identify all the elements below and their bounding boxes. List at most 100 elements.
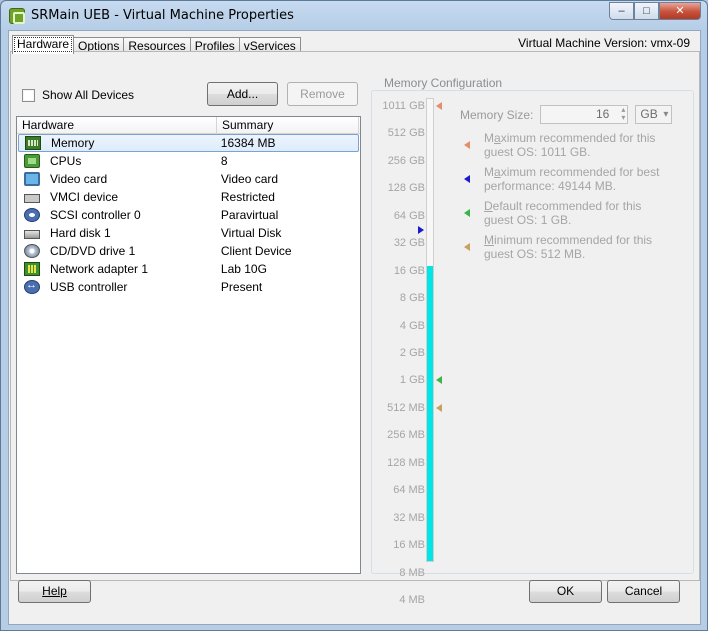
window-controls: – □ ✕	[609, 2, 701, 20]
recommendation-marker-icon	[464, 141, 470, 149]
memory-scale-labels: 1011 GB 512 GB 256 GB 128 GB 64 GB 32 GB 16 GB…	[371, 98, 451, 606]
scsi-controller-icon	[24, 208, 40, 222]
memory-size-spinner[interactable]: 16	[540, 105, 629, 124]
hardware-name: Network adapter 1	[50, 262, 149, 276]
tab-hardware[interactable]: Hardware	[12, 35, 75, 54]
dialog-client-area: Hardware Options Resources Profiles vSer…	[8, 30, 701, 625]
add-button[interactable]: Add...	[207, 82, 278, 106]
memory-unit-dropdown[interactable]: GB	[635, 105, 673, 124]
close-button[interactable]: ✕	[659, 2, 701, 20]
hardware-name: SCSI controller 0	[50, 208, 141, 222]
hardware-summary: Video card	[220, 172, 279, 186]
scale-label: 256 MB	[387, 429, 425, 442]
scale-label: 32 GB	[393, 237, 425, 250]
recommendation-item: Minimum recommended for this guest OS: 5…	[464, 233, 664, 261]
hardware-row-cd-dvd-drive-1[interactable]: CD/DVD drive 1 Client Device	[17, 242, 360, 260]
hardware-row-hard-disk-1[interactable]: Hard disk 1 Virtual Disk	[17, 224, 360, 242]
cpu-icon	[24, 154, 40, 168]
memory-configuration-title: Memory Configuration	[381, 76, 506, 90]
hardware-row-usb-controller[interactable]: USB controller Present	[17, 278, 360, 296]
hardware-name: Hard disk 1	[50, 226, 111, 240]
column-header-summary[interactable]: Summary	[217, 117, 359, 133]
scale-label: 128 GB	[387, 182, 425, 195]
memory-slider-track[interactable]	[426, 98, 434, 562]
hardware-summary: Client Device	[220, 244, 292, 258]
hardware-summary: 16384 MB	[220, 136, 276, 150]
hardware-name: USB controller	[50, 280, 128, 294]
usb-controller-icon	[24, 279, 40, 294]
hardware-summary: Present	[220, 280, 263, 294]
hardware-row-video-card[interactable]: Video card Video card	[17, 170, 360, 188]
hardware-row-network-adapter-1[interactable]: Network adapter 1 Lab 10G	[17, 260, 360, 278]
help-button[interactable]: Help	[18, 580, 91, 603]
column-header-hardware[interactable]: Hardware	[17, 117, 217, 133]
scale-label: 1011 GB	[382, 100, 425, 112]
scale-label: 32 MB	[393, 511, 425, 524]
cd-dvd-icon	[24, 244, 40, 258]
window-title: SRMain UEB - Virtual Machine Properties	[31, 8, 294, 23]
scale-label: 4 MB	[399, 594, 425, 606]
recommendation-item: Maximum recommended for this guest OS: 1…	[464, 131, 664, 159]
hardware-row-memory[interactable]: Memory 16384 MB	[18, 134, 359, 152]
recommendation-item: Default recommended for this guest OS: 1…	[464, 199, 664, 227]
scale-label: 16 GB	[393, 264, 425, 277]
network-adapter-icon	[24, 262, 40, 276]
hardware-row-cpus[interactable]: CPUs 8	[17, 152, 360, 170]
hardware-row-scsi-controller-0[interactable]: SCSI controller 0 Paravirtual	[17, 206, 360, 224]
help-button-label: Help	[42, 584, 67, 598]
hardware-summary: Virtual Disk	[220, 226, 282, 240]
scale-label: 512 GB	[387, 127, 425, 140]
hardware-row-vmci-device[interactable]: VMCI device Restricted	[17, 188, 360, 206]
hardware-name: VMCI device	[50, 190, 119, 204]
show-all-devices-checkbox[interactable]: Show All Devices	[22, 88, 134, 102]
recommendation-marker-icon	[464, 209, 470, 217]
memory-marker-icon	[418, 225, 424, 234]
hard-disk-icon	[24, 230, 40, 239]
memory-marker-icon	[436, 376, 442, 385]
recommendation-text[interactable]: Default recommended for this guest OS: 1…	[484, 199, 664, 227]
hardware-list-header: Hardware Summary	[17, 117, 360, 134]
recommendation-text[interactable]: Maximum recommended for this guest OS: 1…	[484, 131, 664, 159]
cancel-button[interactable]: Cancel	[607, 580, 680, 603]
recommendation-marker-icon	[464, 175, 470, 183]
scale-label: 64 MB	[393, 484, 425, 497]
memory-size-row: Memory Size: 16 GB	[460, 105, 673, 124]
scale-label: 256 GB	[387, 154, 425, 167]
hardware-summary: Paravirtual	[220, 208, 279, 222]
minimize-button[interactable]: –	[609, 2, 634, 20]
scale-label: 128 MB	[387, 456, 425, 469]
recommendation-text[interactable]: Maximum recommended for best performance…	[484, 165, 664, 193]
recommendation-item: Maximum recommended for best performance…	[464, 165, 664, 193]
hardware-name: CD/DVD drive 1	[50, 244, 136, 258]
scale-label: 512 MB	[387, 401, 425, 414]
recommendation-text[interactable]: Minimum recommended for this guest OS: 5…	[484, 233, 664, 261]
ok-button[interactable]: OK	[529, 580, 602, 603]
hardware-rows: Memory 16384 MB CPUs 8 Video card Video card V…	[17, 134, 360, 296]
title-bar[interactable]: SRMain UEB - Virtual Machine Properties …	[1, 1, 707, 30]
memory-size-label: Memory Size:	[460, 107, 534, 122]
memory-slider-fill	[427, 265, 433, 561]
recommendation-marker-icon	[464, 243, 470, 251]
hardware-list[interactable]: Hardware Summary Memory 16384 MB CPUs 8 Vide…	[16, 116, 361, 574]
memory-marker-icon	[436, 403, 442, 412]
monitor-icon	[24, 172, 40, 186]
vm-version-label: Virtual Machine Version: vmx-09	[518, 36, 690, 50]
remove-button[interactable]: Remove	[287, 82, 358, 106]
checkbox-box[interactable]	[22, 88, 35, 102]
hardware-summary: Restricted	[220, 190, 275, 204]
hardware-name: CPUs	[50, 154, 82, 168]
hardware-tab-panel: Show All Devices Add... Remove Hardware …	[10, 51, 700, 606]
scale-label: 8 GB	[399, 292, 425, 305]
memory-icon	[25, 136, 41, 150]
hardware-name: Memory	[51, 136, 95, 150]
scale-label: 16 MB	[393, 539, 425, 552]
scale-label: 64 GB	[393, 209, 425, 222]
scale-label: 2 GB	[399, 347, 425, 359]
scale-label: 4 GB	[399, 319, 425, 332]
restore-button[interactable]: □	[634, 2, 659, 20]
scale-label: 8 MB	[399, 566, 425, 579]
hardware-name: Video card	[50, 172, 108, 186]
hardware-summary: 8	[220, 154, 228, 168]
memory-marker-icon	[436, 102, 442, 110]
vsphere-app-icon	[9, 8, 25, 24]
